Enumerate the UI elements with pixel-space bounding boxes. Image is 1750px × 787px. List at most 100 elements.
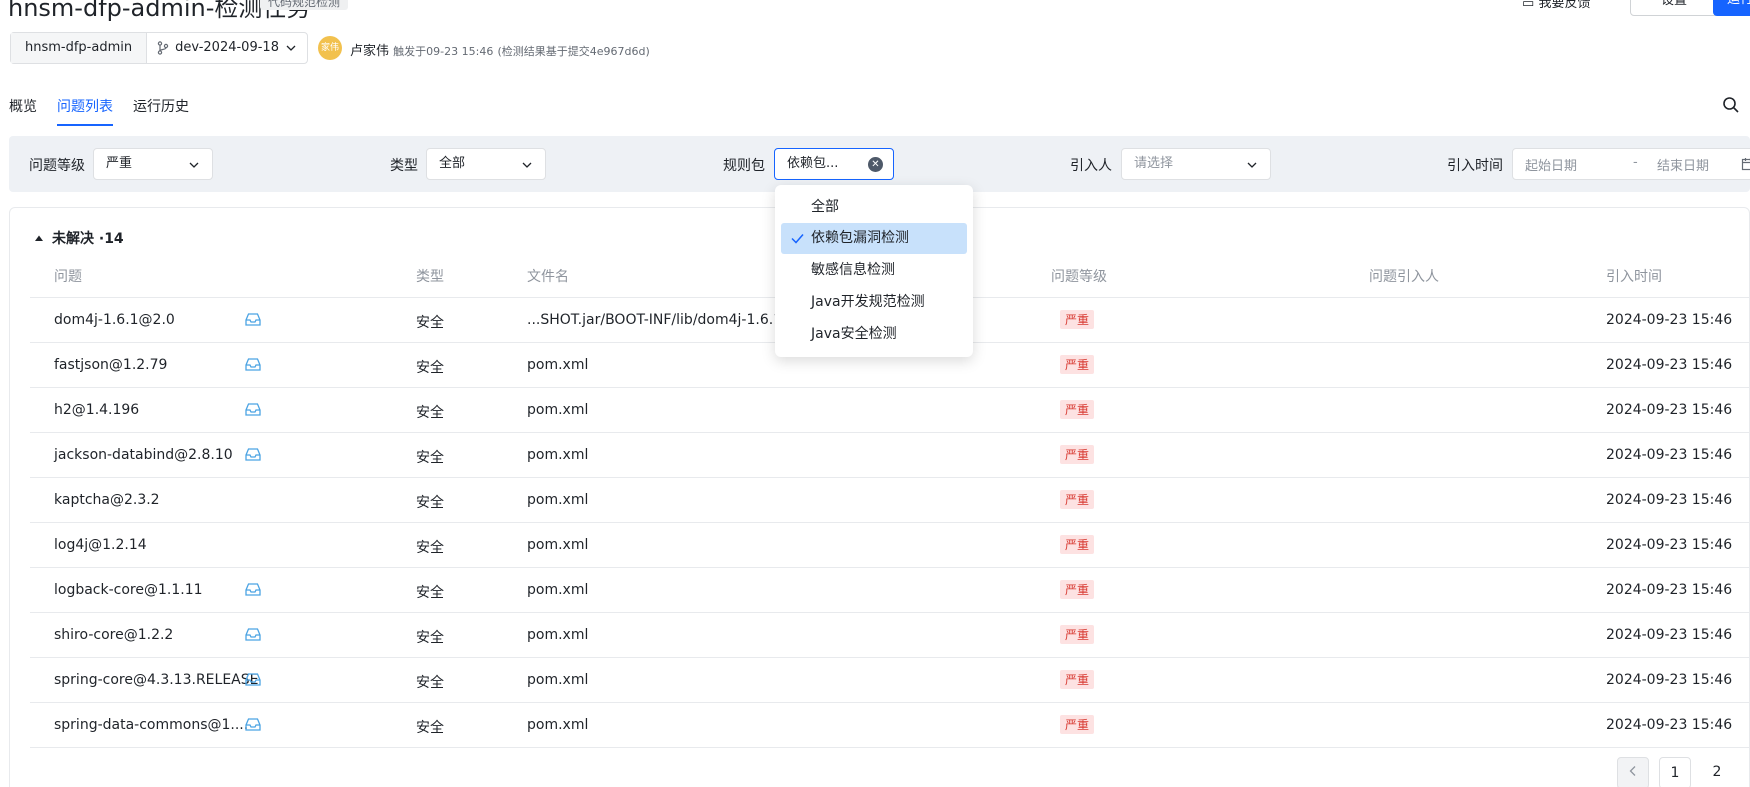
- table-row[interactable]: jackson-databind@2.8.10 安全 pom.xml 严重 20…: [30, 433, 1750, 478]
- issue-name[interactable]: shiro-core@1.2.2: [54, 627, 173, 643]
- issue-name[interactable]: dom4j-1.6.1@2.0: [54, 312, 175, 328]
- file-name[interactable]: pom.xml: [527, 447, 588, 463]
- tab-issue-list[interactable]: 问题列表: [57, 96, 113, 126]
- rule-filter-select[interactable]: 依赖包... ✕: [774, 148, 894, 180]
- intro-time: 2024-09-23 15:46: [1606, 582, 1733, 598]
- trigger-user: 卢家伟: [350, 44, 390, 59]
- file-name[interactable]: pom.xml: [527, 672, 588, 688]
- intro-time: 2024-09-23 15:46: [1606, 717, 1733, 733]
- date-separator: -: [1633, 155, 1638, 170]
- run-button[interactable]: 运行: [1713, 0, 1750, 16]
- issue-type: 安全: [416, 405, 444, 421]
- column-header-issue: 问题: [54, 269, 82, 285]
- issue-name[interactable]: log4j@1.2.14: [54, 537, 147, 553]
- intro-time: 2024-09-23 15:46: [1606, 492, 1733, 508]
- chevron-down-icon: [286, 45, 296, 51]
- trigger-info: 卢家伟 触发于09-23 15:46 (检测结果基于提交4e967d6d): [350, 40, 650, 59]
- severity-badge: 严重: [1060, 535, 1095, 554]
- search-icon[interactable]: [1722, 96, 1740, 114]
- tab-run-history[interactable]: 运行历史: [133, 96, 189, 126]
- commit-link[interactable]: 4e967d6d: [590, 45, 646, 58]
- chevron-left-icon: [1629, 766, 1636, 776]
- prev-page-button[interactable]: [1617, 757, 1649, 787]
- unresolved-group-header[interactable]: 未解决 ·14: [34, 228, 124, 248]
- trigger-time: 触发于09-23 15:46: [393, 45, 494, 58]
- severity-badge: 严重: [1060, 400, 1095, 419]
- introducer-filter-select[interactable]: 请选择: [1121, 148, 1271, 180]
- issue-type: 安全: [416, 585, 444, 601]
- severity-badge: 严重: [1060, 490, 1095, 509]
- table-row[interactable]: logback-core@1.1.11 安全 pom.xml 严重 2024-0…: [30, 568, 1750, 613]
- inbox-icon[interactable]: [244, 401, 262, 417]
- file-name[interactable]: pom.xml: [527, 402, 588, 418]
- issue-type: 安全: [416, 495, 444, 511]
- severity-badge: 严重: [1060, 625, 1095, 644]
- chevron-down-icon: [522, 162, 532, 168]
- severity-badge: 严重: [1060, 310, 1095, 329]
- page-2-button[interactable]: 2: [1701, 757, 1733, 787]
- option-java-dev-standard[interactable]: Java开发规范检测: [781, 287, 967, 318]
- chevron-down-icon: [1247, 162, 1257, 168]
- option-java-security[interactable]: Java安全检测: [781, 319, 967, 350]
- file-name[interactable]: pom.xml: [527, 537, 588, 553]
- column-header-type: 类型: [416, 269, 444, 285]
- issue-name[interactable]: jackson-databind@2.8.10: [54, 447, 233, 463]
- file-name[interactable]: pom.xml: [527, 357, 588, 373]
- file-name[interactable]: pom.xml: [527, 582, 588, 598]
- file-name[interactable]: pom.xml: [527, 717, 588, 733]
- branch-select[interactable]: dev-2024-09-18: [147, 33, 307, 63]
- intro-time: 2024-09-23 15:46: [1606, 312, 1733, 328]
- start-date-placeholder: 起始日期: [1525, 159, 1578, 174]
- tab-overview[interactable]: 概览: [9, 96, 37, 126]
- option-dependency-vuln[interactable]: 依赖包漏洞检测: [781, 223, 967, 254]
- file-name[interactable]: pom.xml: [527, 492, 588, 508]
- issue-name[interactable]: kaptcha@2.3.2: [54, 492, 160, 508]
- table-row[interactable]: shiro-core@1.2.2 安全 pom.xml 严重 2024-09-2…: [30, 613, 1750, 658]
- issue-name[interactable]: h2@1.4.196: [54, 402, 139, 418]
- page-1-button[interactable]: 1: [1659, 757, 1691, 787]
- issue-name[interactable]: logback-core@1.1.11: [54, 582, 203, 598]
- inbox-icon[interactable]: [244, 626, 262, 642]
- severity-filter-select[interactable]: 严重: [93, 148, 213, 180]
- severity-badge: 严重: [1060, 670, 1095, 689]
- issue-type: 安全: [416, 720, 444, 736]
- table-row[interactable]: kaptcha@2.3.2 安全 pom.xml 严重 2024-09-23 1…: [30, 478, 1750, 523]
- severity-badge: 严重: [1060, 715, 1095, 734]
- unresolved-group-title: 未解决 ·14: [52, 231, 124, 247]
- commit-note-suffix: ): [645, 45, 650, 58]
- table-row[interactable]: log4j@1.2.14 安全 pom.xml 严重 2024-09-23 15…: [30, 523, 1750, 568]
- end-date-placeholder: 结束日期: [1657, 159, 1710, 174]
- rule-package-dropdown: 全部 依赖包漏洞检测 敏感信息检测 Java开发规范检测 Java安全检测: [775, 185, 973, 357]
- intro-time: 2024-09-23 15:46: [1606, 627, 1733, 643]
- issue-name[interactable]: spring-core@4.3.13.RELEASE: [54, 672, 258, 688]
- task-type-tag: 代码规范检测: [260, 0, 349, 10]
- type-filter-label: 类型: [390, 158, 418, 174]
- intro-time: 2024-09-23 15:46: [1606, 402, 1733, 418]
- introducer-filter-placeholder: 请选择: [1134, 156, 1174, 171]
- inbox-icon[interactable]: [244, 446, 262, 462]
- inbox-icon[interactable]: [244, 671, 262, 687]
- clear-icon[interactable]: ✕: [868, 157, 883, 172]
- option-label: 依赖包漏洞检测: [811, 230, 909, 246]
- inbox-icon[interactable]: [244, 311, 262, 327]
- tab-bar: 概览 问题列表 运行历史: [9, 96, 189, 126]
- settings-button[interactable]: 设置: [1630, 0, 1718, 16]
- file-name[interactable]: ...SHOT.jar/BOOT-INF/lib/dom4j-1.6.1.jar: [527, 312, 805, 328]
- file-name[interactable]: pom.xml: [527, 627, 588, 643]
- type-filter-select[interactable]: 全部: [426, 148, 546, 180]
- calendar-icon: [1741, 158, 1750, 171]
- feedback-button[interactable]: ▭ 我要反馈: [1522, 0, 1590, 11]
- table-row[interactable]: h2@1.4.196 安全 pom.xml 严重 2024-09-23 15:4…: [30, 388, 1750, 433]
- date-range-picker[interactable]: 起始日期 - 结束日期: [1512, 148, 1750, 180]
- inbox-icon[interactable]: [244, 356, 262, 372]
- column-header-time: 引入时间: [1606, 269, 1662, 285]
- issue-name[interactable]: fastjson@1.2.79: [54, 357, 167, 373]
- inbox-icon[interactable]: [244, 716, 262, 732]
- issue-name[interactable]: spring-data-commons@1....: [54, 717, 248, 733]
- option-sensitive-info[interactable]: 敏感信息检测: [781, 255, 967, 286]
- inbox-icon[interactable]: [244, 581, 262, 597]
- table-row[interactable]: spring-core@4.3.13.RELEASE 安全 pom.xml 严重…: [30, 658, 1750, 703]
- table-row[interactable]: spring-data-commons@1.... 安全 pom.xml 严重 …: [30, 703, 1750, 748]
- option-all[interactable]: 全部: [781, 192, 967, 223]
- repo-name: hnsm-dfp-admin: [11, 33, 148, 63]
